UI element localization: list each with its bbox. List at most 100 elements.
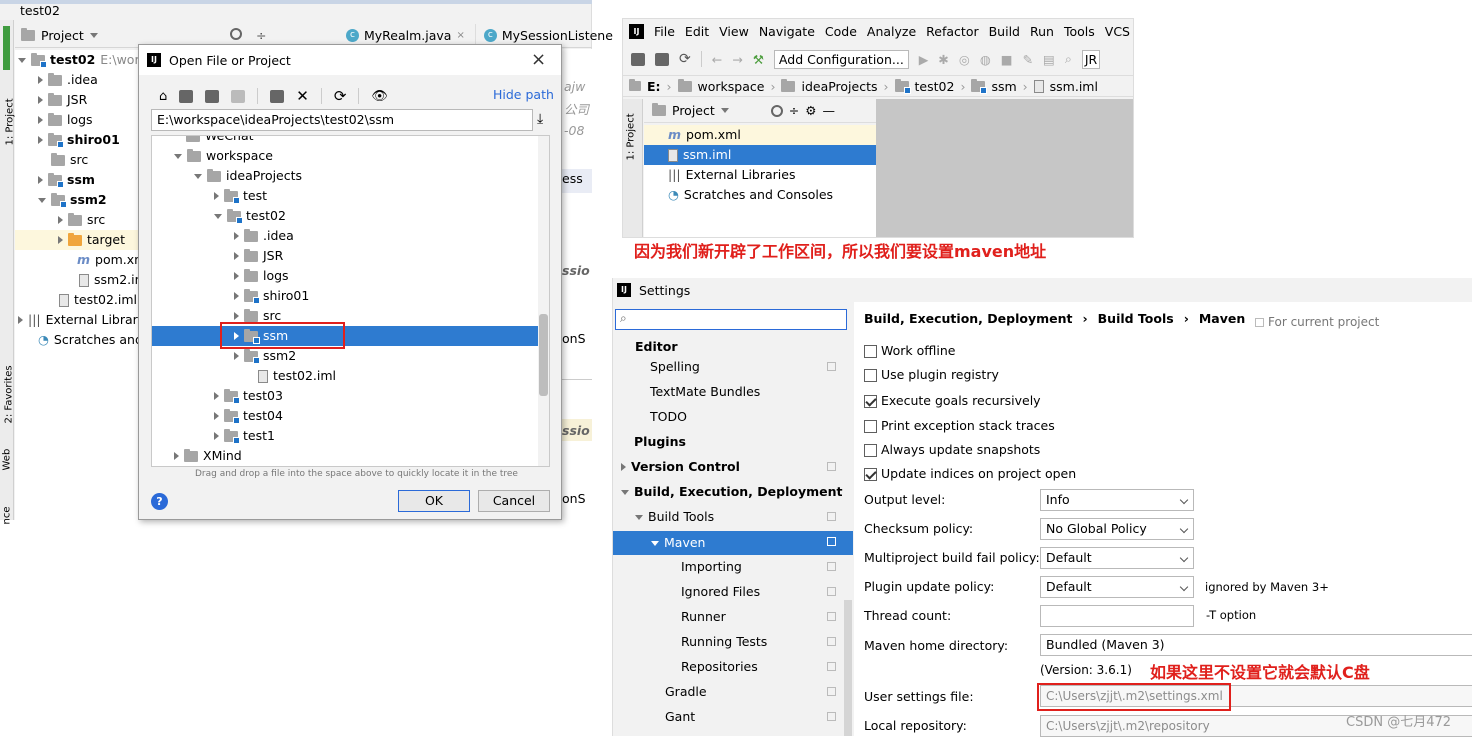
coverage-icon[interactable]: ◎ (959, 52, 970, 67)
multiproject-select[interactable]: Default (1040, 547, 1194, 569)
forward-icon[interactable]: → (732, 52, 742, 67)
profile-icon[interactable]: ◍ (980, 52, 991, 67)
nav-editor[interactable]: Editor (635, 337, 678, 357)
desktop-icon[interactable] (179, 89, 194, 103)
menu-vcs[interactable]: VCS (1105, 24, 1130, 39)
tree-item[interactable]: shiro01 (38, 130, 120, 150)
hide-path-link[interactable]: Hide path (493, 87, 554, 102)
tree-item[interactable]: test04 (214, 406, 283, 426)
menu-file[interactable]: File (654, 24, 675, 39)
home-icon[interactable]: ⌂ (159, 89, 167, 104)
menu-edit[interactable]: Edit (685, 24, 709, 39)
delete-icon[interactable]: ✕ (296, 87, 309, 105)
nav-running-tests[interactable]: Running Tests (681, 632, 767, 652)
search-icon[interactable]: ⌕ (1065, 51, 1072, 67)
nav-version-control[interactable]: Version Control (621, 457, 740, 477)
checkbox[interactable] (864, 420, 877, 433)
tree-item[interactable]: ||| External Libraries (668, 165, 795, 185)
settings-search-input[interactable]: ⌕ (615, 309, 847, 330)
plugin-update-select[interactable]: Default (1040, 576, 1194, 598)
tree-item[interactable]: ssm (38, 170, 95, 190)
tree-item-selected[interactable]: ssm.iml (644, 145, 876, 165)
tree-item[interactable]: logs (234, 266, 289, 286)
nav-importing[interactable]: Importing (681, 557, 742, 577)
checkbox-print-exception[interactable]: Print exception stack traces (864, 418, 1055, 433)
git-icon[interactable]: ✎ (1023, 52, 1033, 67)
menu-tools[interactable]: Tools (1064, 24, 1095, 39)
cancel-button[interactable]: Cancel (478, 490, 550, 512)
nav-build-execution[interactable]: Build, Execution, Deployment (621, 482, 842, 502)
side-tab-web[interactable]: Web (2, 441, 13, 471)
nav-plugins[interactable]: Plugins (634, 432, 686, 452)
checkbox[interactable] (864, 395, 877, 408)
nav-ignored-files[interactable]: Ignored Files (681, 582, 760, 602)
tree-item[interactable]: test02.iml (59, 290, 137, 310)
checksum-select[interactable]: No Global Policy (1040, 518, 1194, 540)
maven-home-select[interactable]: Bundled (Maven 3) (1040, 634, 1472, 656)
side-tab-favorites[interactable]: 2: Favorites (4, 352, 15, 423)
new-folder-icon[interactable] (270, 89, 285, 103)
nav-runner[interactable]: Runner (681, 607, 726, 627)
nav-gant[interactable]: Gant (665, 707, 695, 727)
open-icon[interactable] (631, 52, 645, 66)
path-input[interactable]: E:\workspace\ideaProjects\test02\ssm (151, 109, 533, 131)
tree-item[interactable]: ||| External Librar (18, 310, 138, 330)
run-icon[interactable]: ▶ (919, 52, 929, 67)
tree-item[interactable]: test (214, 186, 267, 206)
checkbox[interactable] (864, 369, 877, 382)
menu-code[interactable]: Code (825, 24, 857, 39)
save-icon[interactable] (655, 52, 669, 66)
checkbox-work-offline[interactable]: Work offline (864, 343, 955, 358)
download-icon[interactable]: ⤓ (537, 111, 543, 127)
tree-item[interactable]: ◔ Scratches and (38, 330, 143, 350)
menu-run[interactable]: Run (1030, 24, 1054, 39)
output-level-select[interactable]: Info (1040, 489, 1194, 511)
structure-icon[interactable]: ▤ (1043, 52, 1055, 67)
checkbox-update-snapshots[interactable]: Always update snapshots (864, 442, 1040, 457)
tree-item[interactable]: src (58, 210, 105, 230)
thread-count-input[interactable] (1040, 605, 1194, 627)
menu-build[interactable]: Build (989, 24, 1020, 39)
minimize-icon[interactable]: — (822, 103, 835, 118)
nav-repositories[interactable]: Repositories (681, 657, 758, 677)
collapse-icon[interactable]: ÷ (256, 28, 266, 43)
tree-item[interactable]: test03 (214, 386, 283, 406)
stop-icon[interactable]: ■ (1001, 52, 1013, 67)
tree-item[interactable]: shiro01 (234, 286, 309, 306)
gear-icon[interactable]: ⚙ (805, 103, 816, 118)
debug-icon[interactable]: ✱ (938, 52, 948, 67)
project-folder-icon[interactable] (205, 89, 220, 103)
show-hidden-icon[interactable]: 👁 (371, 89, 388, 104)
nav-build-tools[interactable]: Build Tools (635, 507, 714, 527)
side-tab-project[interactable]: 1: Project (5, 86, 16, 145)
tree-item[interactable]: ideaProjects (194, 166, 302, 186)
tree-item[interactable]: JSR (234, 246, 283, 266)
tree-item[interactable]: workspace (174, 146, 273, 166)
checkbox[interactable] (864, 468, 877, 481)
side-tab-misc[interactable]: nce (2, 495, 13, 525)
sync-icon[interactable]: ⟳ (679, 51, 691, 67)
project-panel-title[interactable]: Project (41, 28, 84, 43)
tree-item[interactable]: JSR (38, 90, 87, 110)
checkbox-execute-goals[interactable]: Execute goals recursively (864, 393, 1041, 408)
add-configuration-button[interactable]: Add Configuration... (773, 49, 909, 69)
tree-item[interactable]: test02.iml (258, 366, 336, 386)
tree-item[interactable]: .idea (234, 226, 294, 246)
back-icon[interactable]: ← (712, 52, 722, 67)
nav-gradle[interactable]: Gradle (665, 682, 707, 702)
tree-item[interactable]: src (51, 150, 88, 170)
nav-textmate[interactable]: TextMate Bundles (650, 382, 760, 402)
scrollbar[interactable] (538, 136, 549, 466)
menu-navigate[interactable]: Navigate (759, 24, 815, 39)
nav-maven[interactable]: Maven (613, 531, 853, 555)
help-button[interactable]: ? (151, 493, 168, 510)
nav-scrollbar[interactable] (844, 600, 852, 736)
menu-analyze[interactable]: Analyze (867, 24, 916, 39)
tree-item[interactable]: test1 (214, 426, 275, 446)
tree-item[interactable]: XMind (174, 446, 242, 466)
chevron-down-icon[interactable] (89, 33, 98, 38)
tree-item[interactable]: test02 E:\wor (18, 50, 140, 70)
side-tab-project[interactable]: 1: Project (626, 101, 637, 160)
close-icon[interactable]: × (531, 49, 546, 70)
ok-button[interactable]: OK (398, 490, 470, 512)
